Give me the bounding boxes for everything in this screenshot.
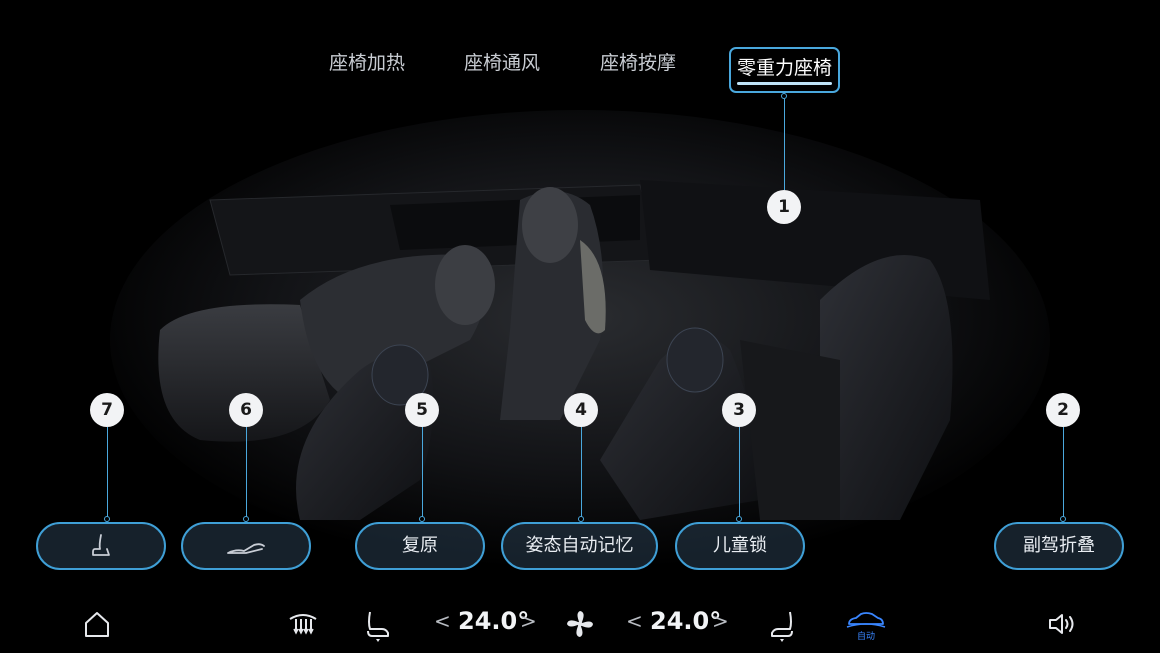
left-temp-increase[interactable]: >	[520, 609, 537, 633]
marker-5: 5	[405, 393, 439, 427]
fan-icon[interactable]	[565, 609, 595, 639]
car-auto-icon	[846, 612, 886, 628]
marker-3: 3	[722, 393, 756, 427]
marker-7: 7	[90, 393, 124, 427]
auto-climate-button[interactable]: 自动	[846, 609, 886, 649]
leader-line	[1063, 427, 1064, 519]
right-temp-increase[interactable]: >	[712, 609, 729, 633]
reset-button[interactable]: 复原	[355, 522, 485, 570]
leader-line	[784, 99, 785, 190]
leader-line	[739, 427, 740, 519]
tab-seat-massage[interactable]: 座椅按摩	[600, 44, 676, 90]
tab-seat-heating[interactable]: 座椅加热	[329, 44, 405, 90]
passenger-fold-button[interactable]: 副驾折叠	[994, 522, 1124, 570]
left-temperature: 24.0°	[458, 607, 530, 635]
marker-6: 6	[229, 393, 263, 427]
marker-4: 4	[564, 393, 598, 427]
volume-icon[interactable]	[1046, 609, 1078, 639]
seat-upright-icon	[92, 534, 110, 556]
climate-bar: < 24.0° > < 24.0° > 自动	[0, 595, 1160, 653]
child-lock-button[interactable]: 儿童锁	[675, 522, 805, 570]
tab-seat-ventilation[interactable]: 座椅通风	[464, 44, 540, 90]
seat-function-tabs: 座椅加热 座椅通风 座椅按摩 零重力座椅	[0, 44, 1160, 94]
driver-seat-icon[interactable]	[362, 609, 394, 645]
tab-zero-gravity-label: 零重力座椅	[737, 57, 833, 79]
leader-line	[107, 427, 108, 519]
right-temp-decrease[interactable]: <	[626, 609, 643, 633]
marker-1: 1	[767, 190, 801, 224]
seat-recline-icon	[227, 543, 265, 554]
leader-line	[581, 427, 582, 519]
seat-recline-button[interactable]	[181, 522, 311, 570]
rear-defrost-icon[interactable]	[287, 609, 319, 639]
home-icon[interactable]	[82, 609, 112, 639]
leader-line	[422, 427, 423, 519]
right-temperature: 24.0°	[650, 607, 722, 635]
marker-2: 2	[1046, 393, 1080, 427]
active-tab-underline	[737, 82, 833, 85]
posture-memory-button[interactable]: 姿态自动记忆	[501, 522, 658, 570]
seat-upright-button[interactable]	[36, 522, 166, 570]
leader-line	[246, 427, 247, 519]
tab-zero-gravity-seat[interactable]: 零重力座椅	[729, 47, 841, 93]
passenger-seat-icon[interactable]	[766, 609, 798, 645]
auto-label: 自动	[856, 632, 875, 642]
left-temp-decrease[interactable]: <	[434, 609, 451, 633]
